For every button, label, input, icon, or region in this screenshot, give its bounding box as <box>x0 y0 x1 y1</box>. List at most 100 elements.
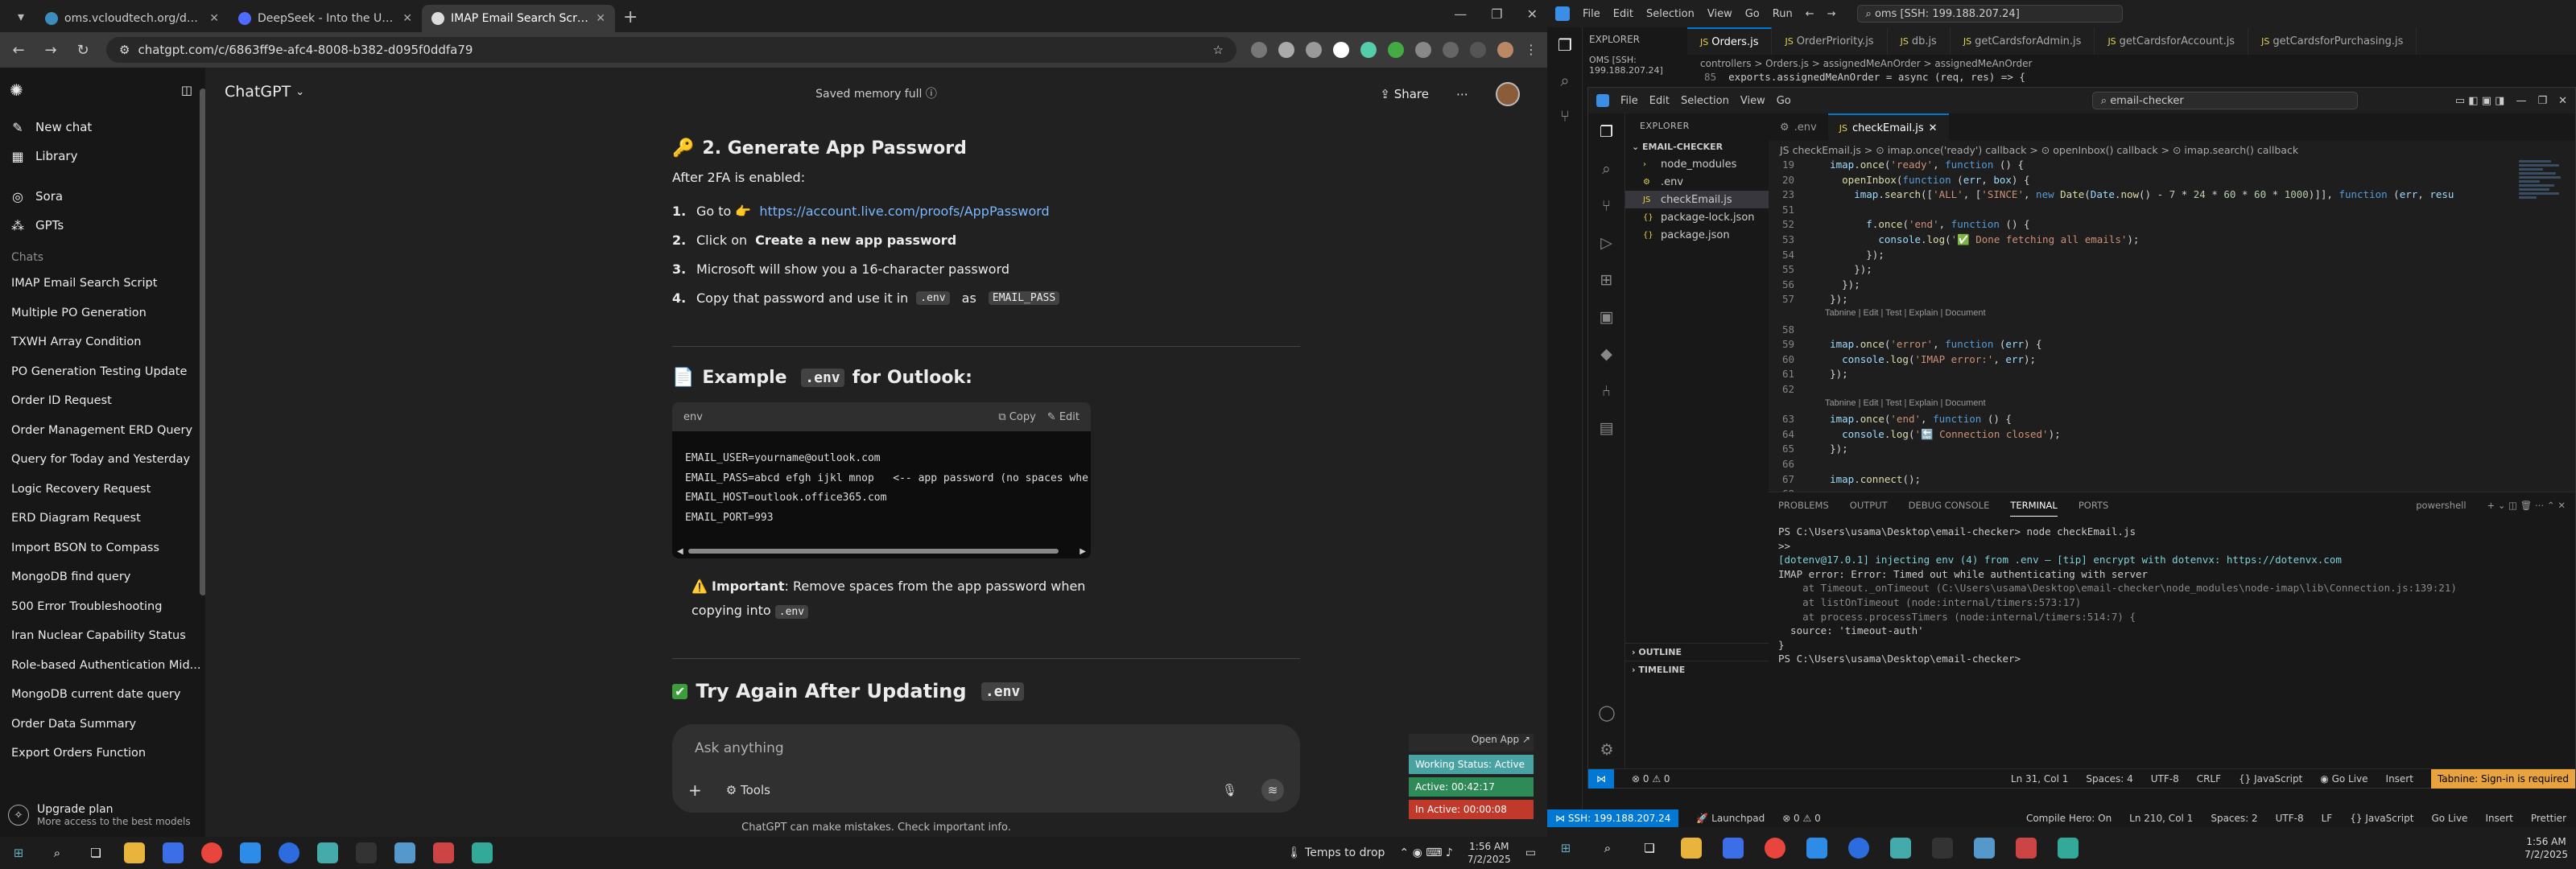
outer-command-center[interactable]: ⌕ oms [SSH: 199.188.207.24] <box>1856 5 2123 23</box>
app-icon[interactable] <box>472 842 493 863</box>
app-icon[interactable] <box>1974 838 1995 859</box>
chat-item[interactable]: Export Orders Function <box>0 739 205 768</box>
prompt-input[interactable]: Ask anything <box>695 740 784 756</box>
extension-icon[interactable] <box>1415 42 1431 58</box>
menu-dots-icon[interactable]: ⋮ <box>1525 42 1538 58</box>
tab-menu-icon[interactable]: ▾ <box>10 5 32 27</box>
git-graph-icon[interactable]: ⑃ <box>1588 373 1624 410</box>
explorer-icon[interactable] <box>1681 838 1702 859</box>
explorer-icon[interactable]: ❐ <box>1547 27 1583 63</box>
language-mode[interactable]: {} JavaScript <box>2239 773 2302 785</box>
gear-icon[interactable]: ⚙ <box>1588 731 1625 768</box>
layout-icons[interactable]: ▭ ◧ ▣ ◨ <box>2455 95 2505 107</box>
source-control-icon[interactable]: ⑂ <box>1588 187 1624 224</box>
bookmark-star-icon[interactable]: ☆ <box>1213 43 1224 57</box>
tray-icons[interactable]: ⌃ ◉ ⌨ ♪ <box>1399 846 1452 859</box>
extension-icon[interactable] <box>1360 42 1377 58</box>
chat-item[interactable]: Order ID Request <box>0 386 205 416</box>
browser-tab-deepseek[interactable]: DeepSeek - Into the Unknown ✕ <box>229 5 422 32</box>
info-icon[interactable]: ⓘ <box>926 88 937 101</box>
tools-button[interactable]: ⚙ Tools <box>726 783 770 797</box>
panel-tab[interactable]: TERMINAL <box>2010 495 2058 517</box>
file-item[interactable]: › node_modules <box>1625 155 1769 173</box>
panel-tab[interactable]: PORTS <box>2079 500 2108 511</box>
chat-item[interactable]: Role-based Authentication Mid... <box>0 651 205 681</box>
app-password-link[interactable]: https://account.live.com/proofs/AppPassw… <box>759 204 1049 219</box>
puzzle-icon[interactable] <box>1443 42 1459 58</box>
inner-command-center[interactable]: ⌕ email-checker <box>2091 92 2358 109</box>
panel-tab[interactable]: OUTPUT <box>1850 500 1888 511</box>
encoding[interactable]: UTF-8 <box>2151 773 2179 785</box>
sora-button[interactable]: ◎ Sora <box>0 182 205 211</box>
tabnine-status[interactable]: Tabnine: Sign-in is required <box>2430 768 2575 789</box>
code-scrollbar[interactable]: ◀ ▶ <box>672 544 1091 558</box>
chrome-icon[interactable] <box>1765 838 1785 859</box>
minimize-icon[interactable]: — <box>1454 6 1467 22</box>
search-icon[interactable]: ⌕ <box>1588 150 1624 187</box>
language-mode[interactable]: {} JavaScript <box>2350 813 2413 824</box>
search-icon[interactable]: ⌕ <box>1547 63 1583 98</box>
chat-item[interactable]: Order Management ERD Query <box>0 416 205 446</box>
chat-item[interactable]: Iran Nuclear Capability Status <box>0 621 205 651</box>
url-field[interactable]: ⚙ chatgpt.com/c/6863ff9e-afc4-8008-b382-… <box>106 37 1236 63</box>
chat-item[interactable]: TXWH Array Condition <box>0 327 205 357</box>
menu-item[interactable]: View <box>1740 95 1765 107</box>
library-button[interactable]: ▦ Library <box>0 142 205 171</box>
menu-item[interactable]: Selection <box>1646 8 1695 20</box>
search-icon[interactable]: ⌕ <box>47 842 68 863</box>
vscode-icon[interactable] <box>1806 838 1827 859</box>
outer-tab[interactable]: JS Orders.js <box>1687 27 1773 55</box>
chat-item[interactable]: MongoDB current date query <box>0 680 205 710</box>
remote-indicator[interactable]: ⋈ SSH: 199.188.207.24 <box>1547 809 1679 827</box>
maximize-icon[interactable]: ❐ <box>1491 6 1502 22</box>
timeline-section[interactable]: › TIMELINE <box>1625 661 1769 678</box>
menu-item[interactable]: File <box>1583 8 1600 20</box>
run-debug-icon[interactable]: ▷ <box>1588 224 1624 262</box>
minimize-icon[interactable]: — <box>2516 95 2526 107</box>
terminal-icon[interactable] <box>1932 838 1953 859</box>
windows-start-icon[interactable]: ⊞ <box>1555 838 1576 859</box>
gpts-button[interactable]: ⁂ GPTs <box>0 211 205 240</box>
task-view-icon[interactable]: ❏ <box>1639 838 1660 859</box>
attach-icon[interactable]: + <box>688 780 702 800</box>
app-icon[interactable] <box>1890 838 1911 859</box>
reload-icon[interactable]: ↻ <box>74 42 92 59</box>
menu-item[interactable]: Run <box>1773 8 1793 20</box>
close-icon[interactable]: ✕ <box>2558 95 2567 107</box>
indentation[interactable]: Spaces: 4 <box>2086 773 2132 785</box>
file-item[interactable]: {} package.json <box>1625 226 1769 244</box>
close-icon[interactable]: ✕ <box>402 12 412 25</box>
new-tab-button[interactable]: + <box>623 7 638 27</box>
panel-tab[interactable]: PROBLEMS <box>1778 500 1829 511</box>
outer-tab[interactable]: JS OrderPriority.js <box>1772 27 1888 55</box>
menu-item[interactable]: View <box>1707 8 1732 20</box>
forward-icon[interactable]: → <box>1827 8 1836 20</box>
minimap[interactable] <box>2519 159 2564 303</box>
menu-item[interactable]: Go <box>1777 95 1791 107</box>
microphone-icon[interactable]: 🎙 <box>1222 783 1237 797</box>
close-icon[interactable]: ✕ <box>1929 122 1938 134</box>
app-icon[interactable] <box>2058 838 2079 859</box>
chat-item[interactable]: Import BSON to Compass <box>0 533 205 563</box>
back-icon[interactable]: ← <box>10 42 27 59</box>
sidebar-toggle-icon[interactable]: ◫ <box>181 83 192 97</box>
menu-item[interactable]: File <box>1620 95 1638 107</box>
terminal-icon[interactable] <box>356 842 377 863</box>
line-ending[interactable]: LF <box>2322 813 2333 824</box>
menu-item[interactable]: Selection <box>1681 95 1729 107</box>
back-icon[interactable]: ← <box>1806 8 1814 20</box>
outer-tab[interactable]: JS getCardsforAdmin.js <box>1951 27 2095 55</box>
more-icon[interactable]: ⋯ <box>1456 87 1468 101</box>
chat-item[interactable]: MongoDB find query <box>0 562 205 592</box>
extension-icon[interactable] <box>1333 42 1349 58</box>
avatar[interactable] <box>1496 82 1520 106</box>
menu-item[interactable]: Edit <box>1613 8 1633 20</box>
extension-icon[interactable] <box>1278 42 1294 58</box>
site-info-icon[interactable]: ⚙ <box>119 43 130 57</box>
chrome-icon[interactable] <box>201 842 222 863</box>
open-app-button[interactable]: Open App ↗ <box>1409 734 1534 752</box>
file-item[interactable]: ⚙ .env <box>1625 173 1769 191</box>
cursor-position[interactable]: Ln 31, Col 1 <box>2011 773 2069 785</box>
weather-widget[interactable]: 🌡 Temps to drop <box>1287 846 1385 859</box>
extension-icon[interactable] <box>1388 42 1404 58</box>
